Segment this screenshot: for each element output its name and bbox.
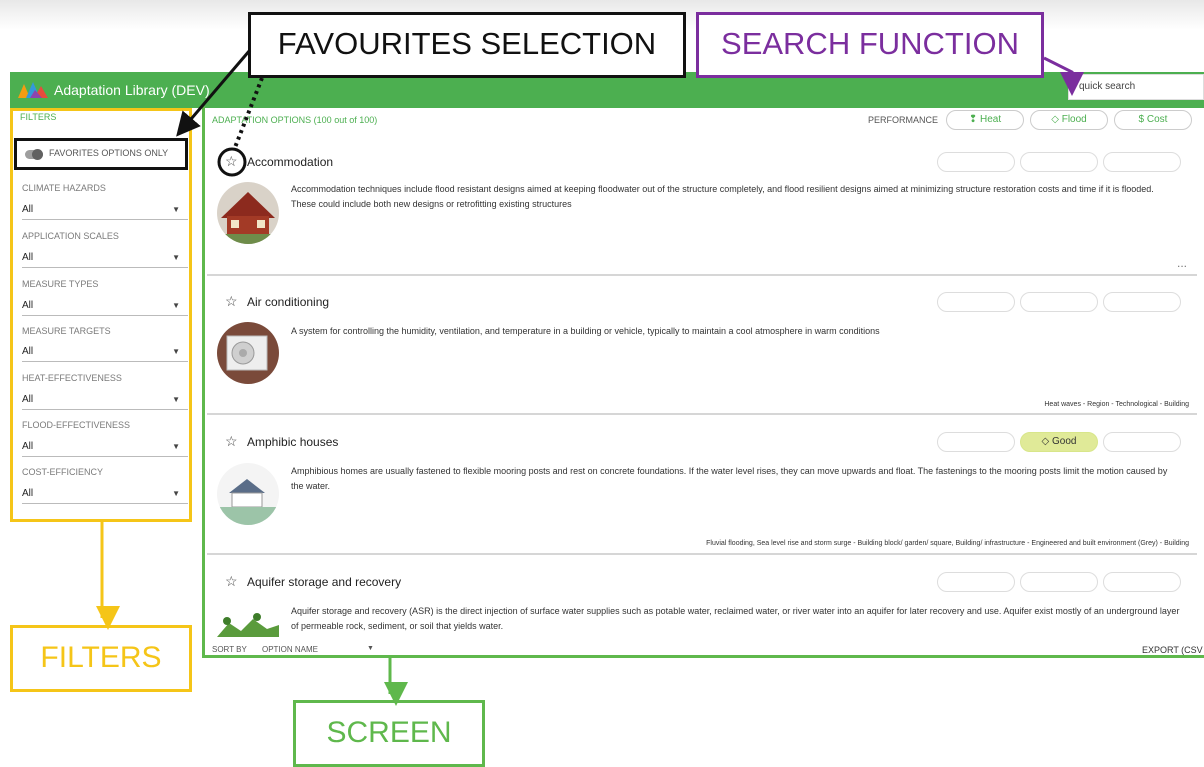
favorites-only-row[interactable]: FAVORITES OPTIONS ONLY (14, 138, 188, 170)
caret-down-icon[interactable]: ▼ (367, 645, 374, 652)
filter-value: All (22, 441, 34, 452)
filter-label-climate-hazards: CLIMATE HAZARDS (22, 183, 106, 193)
performance-cost-button[interactable]: $ Cost (1114, 110, 1192, 130)
heat-rating-pill (937, 572, 1015, 592)
filter-select-application-scales[interactable]: All ▼ (22, 248, 188, 268)
filter-label-application-scales: APPLICATION SCALES (22, 231, 119, 241)
filter-label-measure-targets: MEASURE TARGETS (22, 326, 111, 336)
favourites-selection-callout: FAVOURITES SELECTION (248, 12, 686, 78)
cost-rating-pill (1103, 292, 1181, 312)
option-tags: Fluvial flooding, Sea level rise and sto… (706, 540, 1189, 547)
list-item[interactable]: ☆ Air conditioning A system for controll… (207, 278, 1197, 415)
filter-value: All (22, 394, 34, 405)
sort-by-label: SORT BY (212, 645, 247, 654)
performance-flood-button[interactable]: ◇ Flood (1030, 110, 1108, 130)
filter-value: All (22, 252, 34, 263)
filter-select-heat-effectiveness[interactable]: All ▼ (22, 390, 188, 410)
option-thumbnail (217, 463, 279, 525)
option-thumbnail (217, 607, 279, 637)
filter-select-climate-hazards[interactable]: All ▼ (22, 200, 188, 220)
filter-value: All (22, 488, 34, 499)
library-logo-icon (18, 82, 48, 98)
toggle-icon[interactable] (25, 149, 43, 160)
caret-down-icon: ▼ (172, 205, 180, 214)
list-item[interactable]: ☆ Aquifer storage and recovery Aquifer s… (207, 557, 1197, 641)
more-options-icon[interactable]: ... (1177, 256, 1187, 270)
caret-down-icon: ▼ (172, 253, 180, 262)
filter-label-flood-effectiveness: FLOOD-EFFECTIVENESS (22, 420, 131, 430)
list-item[interactable]: ☆ Accommodation Accommodation techniques… (207, 140, 1197, 276)
option-description: Accommodation techniques include flood r… (291, 184, 1154, 209)
star-icon[interactable]: ☆ (225, 153, 238, 170)
caret-down-icon: ▼ (172, 489, 180, 498)
option-description: A system for controlling the humidity, v… (291, 326, 880, 336)
search-function-callout: SEARCH FUNCTION (696, 12, 1044, 78)
filter-select-measure-targets[interactable]: All ▼ (22, 342, 188, 362)
cost-rating-pill (1103, 152, 1181, 172)
option-title[interactable]: Aquifer storage and recovery (247, 575, 401, 589)
flood-rating-pill: ◇ Good (1020, 432, 1098, 452)
filter-value: All (22, 346, 34, 357)
heat-rating-pill (937, 152, 1015, 172)
search-input[interactable]: quick search (1068, 74, 1204, 100)
flood-rating-pill (1020, 572, 1098, 592)
sort-by-select[interactable]: OPTION NAME (262, 645, 318, 654)
filter-label-cost-efficiency: COST-EFFICIENCY (22, 467, 104, 477)
filter-value: All (22, 204, 34, 215)
option-title[interactable]: Accommodation (247, 155, 333, 169)
star-icon[interactable]: ☆ (225, 433, 238, 450)
flood-rating-pill (1020, 152, 1098, 172)
star-icon[interactable]: ☆ (225, 573, 238, 590)
option-thumbnail (217, 182, 279, 244)
performance-label: PERFORMANCE (868, 115, 939, 125)
filters-title: FILTERS (20, 112, 57, 122)
filter-select-measure-types[interactable]: All ▼ (22, 296, 188, 316)
filter-label-heat-effectiveness: HEAT-EFFECTIVENESS (22, 373, 122, 383)
filter-label-measure-types: MEASURE TYPES (22, 279, 99, 289)
option-description: Aquifer storage and recovery (ASR) is th… (291, 606, 1180, 631)
list-item[interactable]: ☆ Amphibic houses ◇ Good Amphibious home… (207, 417, 1197, 555)
option-thumbnail (217, 322, 279, 384)
star-icon[interactable]: ☆ (225, 293, 238, 310)
option-description: Amphibious homes are usually fastened to… (291, 466, 1168, 491)
filter-value: All (22, 300, 34, 311)
caret-down-icon: ▼ (172, 442, 180, 451)
export-csv-button[interactable]: EXPORT (CSV (1142, 645, 1203, 655)
screen-callout: SCREEN (293, 700, 485, 767)
filter-select-flood-effectiveness[interactable]: All ▼ (22, 437, 188, 457)
favorites-only-label: FAVORITES OPTIONS ONLY (49, 148, 169, 158)
caret-down-icon: ▼ (172, 395, 180, 404)
option-title[interactable]: Air conditioning (247, 295, 329, 309)
option-tags: Heat waves - Region - Technological - Bu… (1044, 401, 1189, 408)
cost-rating-pill (1103, 432, 1181, 452)
app-title: Adaptation Library (DEV) (54, 82, 210, 98)
flood-rating-pill (1020, 292, 1098, 312)
cost-rating-pill (1103, 572, 1181, 592)
heat-rating-pill (937, 292, 1015, 312)
caret-down-icon: ▼ (172, 347, 180, 356)
filters-callout: FILTERS (10, 625, 192, 692)
filter-select-cost-efficiency[interactable]: All ▼ (22, 484, 188, 504)
caret-down-icon: ▼ (172, 301, 180, 310)
performance-heat-button[interactable]: ❢ Heat (946, 110, 1024, 130)
option-title[interactable]: Amphibic houses (247, 435, 338, 449)
options-count: ADAPTATION OPTIONS (100 out of 100) (212, 115, 378, 125)
heat-rating-pill (937, 432, 1015, 452)
